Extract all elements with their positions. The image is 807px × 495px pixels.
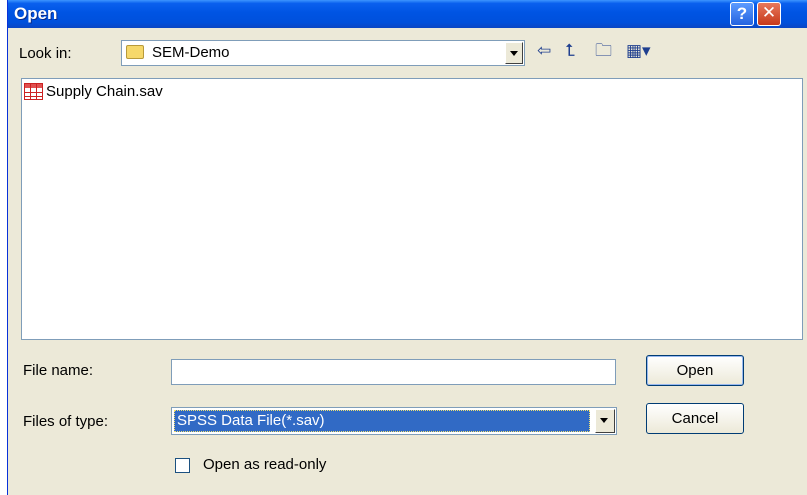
files-of-type-select[interactable]: SPSS Data File(*.sav) — [171, 407, 617, 435]
chevron-down-icon[interactable] — [595, 409, 615, 433]
files-of-type-label: Files of type: — [23, 413, 109, 430]
window-title: Open — [14, 4, 58, 23]
read-only-checkbox[interactable] — [175, 458, 190, 473]
file-name-text: Supply Chain.sav — [46, 83, 163, 100]
file-name-input[interactable] — [171, 359, 616, 385]
folder-icon — [126, 45, 144, 59]
up-folder-icon[interactable]: ⮤ — [565, 42, 575, 60]
cancel-button[interactable]: Cancel — [646, 403, 744, 434]
help-icon: ? — [736, 4, 748, 23]
help-button[interactable]: ? — [730, 2, 754, 26]
files-of-type-value: SPSS Data File(*.sav) — [174, 410, 590, 432]
open-dialog: Open ? ✕ Look in: SEM-Demo ⇦ ⮤ 🗀 ▦▾ Supp… — [7, 0, 807, 495]
close-icon: ✕ — [761, 3, 777, 23]
file-name-label: File name: — [23, 362, 94, 379]
spss-data-file-icon — [24, 83, 43, 100]
file-list[interactable]: Supply Chain.sav — [21, 78, 803, 340]
look-in-dropdown[interactable]: SEM-Demo — [121, 40, 525, 66]
look-in-value: SEM-Demo — [152, 44, 230, 61]
look-in-label: Look in: — [19, 45, 72, 62]
close-button[interactable]: ✕ — [757, 2, 781, 26]
view-menu-icon[interactable]: ▦▾ — [626, 42, 651, 60]
chevron-down-icon[interactable] — [505, 42, 523, 64]
open-button[interactable]: Open — [646, 355, 744, 386]
new-folder-icon[interactable]: 🗀 — [595, 42, 612, 60]
title-bar[interactable]: Open ? ✕ — [8, 0, 807, 28]
read-only-label: Open as read-only — [203, 456, 327, 473]
back-arrow-icon[interactable]: ⇦ — [537, 42, 551, 60]
